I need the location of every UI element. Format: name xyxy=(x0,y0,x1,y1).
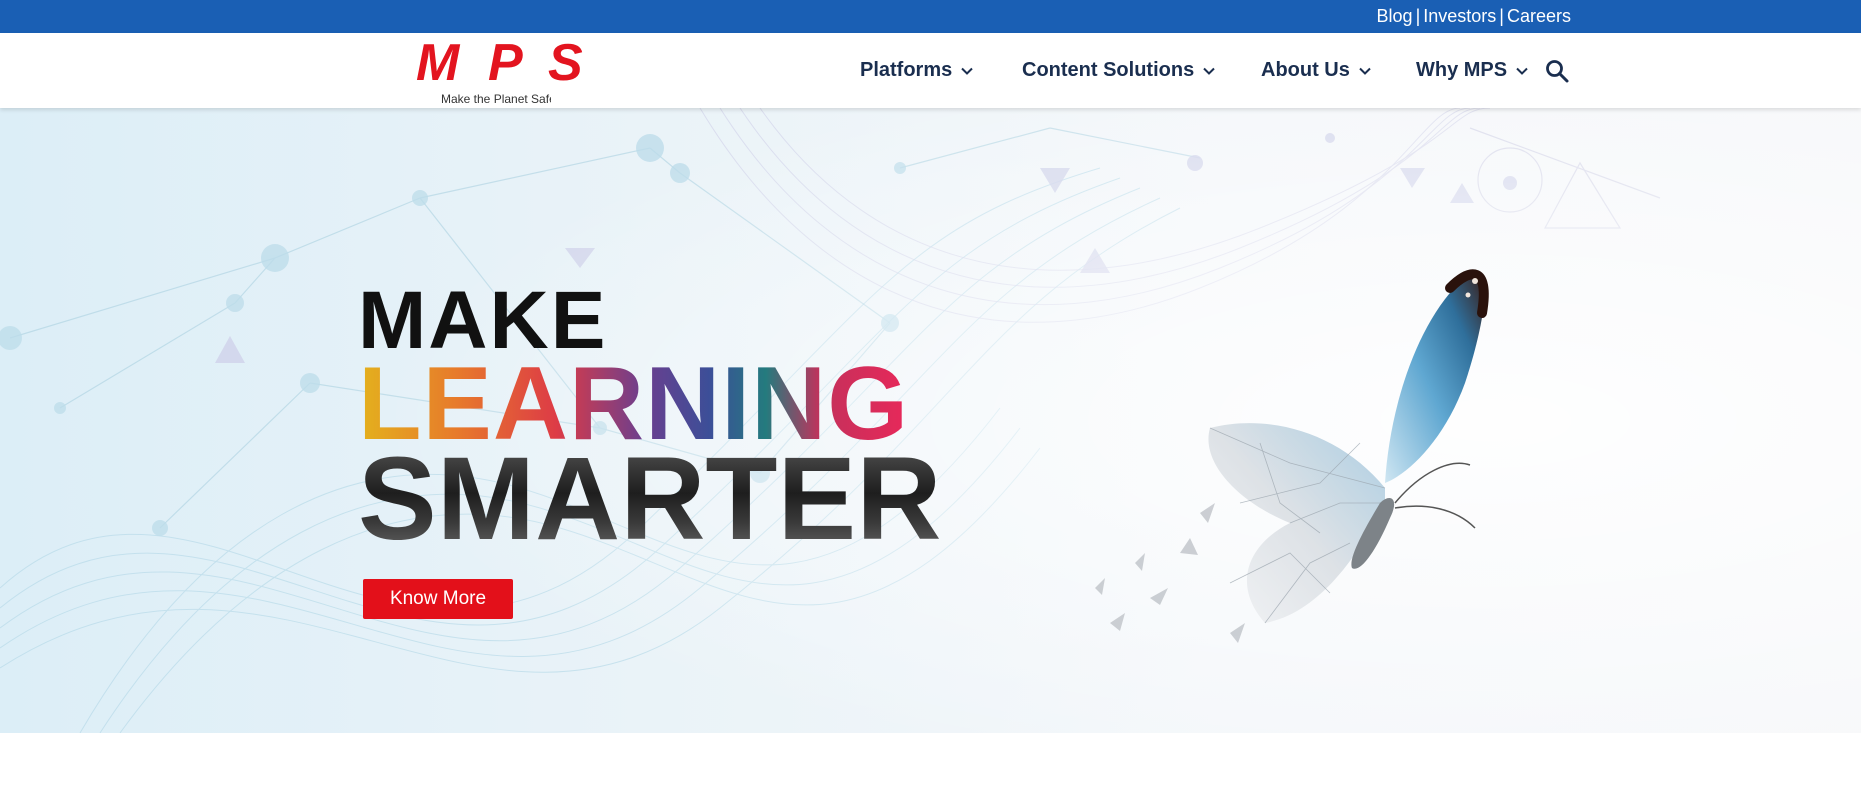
site-header: M P S Make the Planet Safe Platforms Con… xyxy=(0,33,1861,108)
mps-logo[interactable]: M P S Make the Planet Safe xyxy=(414,37,584,107)
link-separator: | xyxy=(1499,6,1504,26)
nav-item-label: About Us xyxy=(1261,59,1350,81)
logo-letter-m: M xyxy=(416,34,460,92)
logo-tagline: Make the Planet Safe xyxy=(441,92,551,106)
nav-item-why-mps[interactable]: Why MPS xyxy=(1416,59,1529,82)
headline-line-smarter: SMARTER xyxy=(358,433,942,565)
logo-wordmark: M P S xyxy=(414,37,584,89)
chevron-down-icon xyxy=(1359,67,1371,75)
network-background-graphic xyxy=(0,108,1861,733)
nav-item-label: Content Solutions xyxy=(1022,59,1195,81)
know-more-button[interactable]: Know More xyxy=(363,579,513,619)
investors-link[interactable]: Investors xyxy=(1423,6,1496,26)
logo-letter-s: S xyxy=(548,34,583,92)
chevron-down-icon xyxy=(961,67,973,75)
butterfly-icon xyxy=(1095,269,1489,643)
hero-banner: MAKE LEARNING SMARTER Know More xyxy=(0,108,1861,733)
nav-item-content-solutions[interactable]: Content Solutions xyxy=(1022,59,1216,82)
utility-links: Blog | Investors | Careers xyxy=(1377,6,1571,27)
top-utility-bar: Blog | Investors | Careers xyxy=(0,0,1861,33)
link-separator: | xyxy=(1415,6,1421,26)
careers-link[interactable]: Careers xyxy=(1507,6,1571,26)
chevron-down-icon xyxy=(1516,67,1528,75)
nav-item-about-us[interactable]: About Us xyxy=(1261,59,1372,82)
chevron-down-icon xyxy=(1203,67,1215,75)
search-icon[interactable] xyxy=(1544,58,1570,84)
nav-item-platforms[interactable]: Platforms xyxy=(860,59,974,82)
nav-item-label: Platforms xyxy=(860,59,953,81)
nav-item-label: Why MPS xyxy=(1416,59,1508,81)
blog-link[interactable]: Blog xyxy=(1377,6,1413,26)
logo-letter-p: P xyxy=(488,34,523,92)
